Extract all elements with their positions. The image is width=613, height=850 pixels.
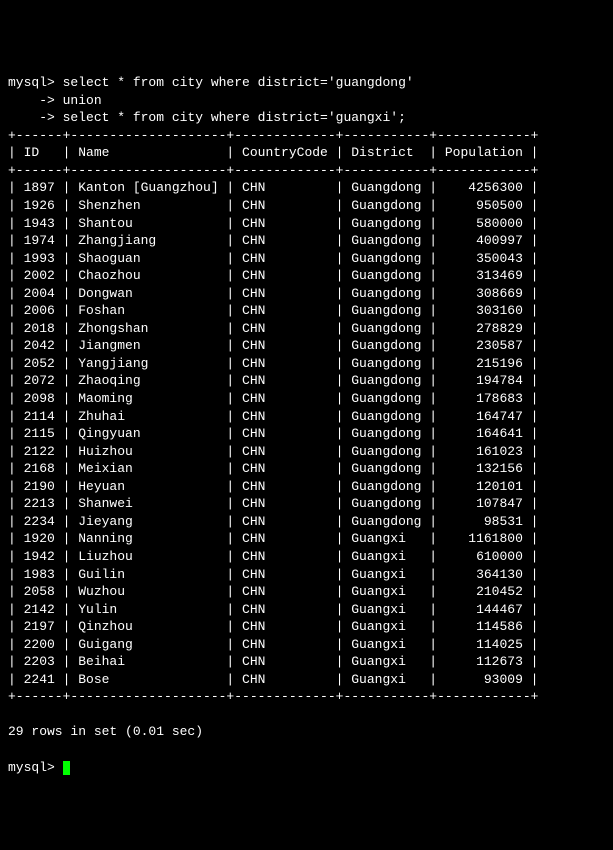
query-line-3: select * from city where district='guang… xyxy=(63,110,406,125)
prompt-label: mysql> xyxy=(8,760,63,775)
terminal-cursor[interactable] xyxy=(63,761,70,775)
query-line-1: select * from city where district='guang… xyxy=(63,75,414,90)
query-line-2: union xyxy=(63,93,102,108)
result-table: +------+--------------------+-----------… xyxy=(8,127,605,706)
continuation-prompt: -> xyxy=(8,93,63,108)
prompt-label: mysql> xyxy=(8,75,63,90)
continuation-prompt: -> xyxy=(8,110,63,125)
result-footer: 29 rows in set (0.01 sec) xyxy=(8,724,203,739)
